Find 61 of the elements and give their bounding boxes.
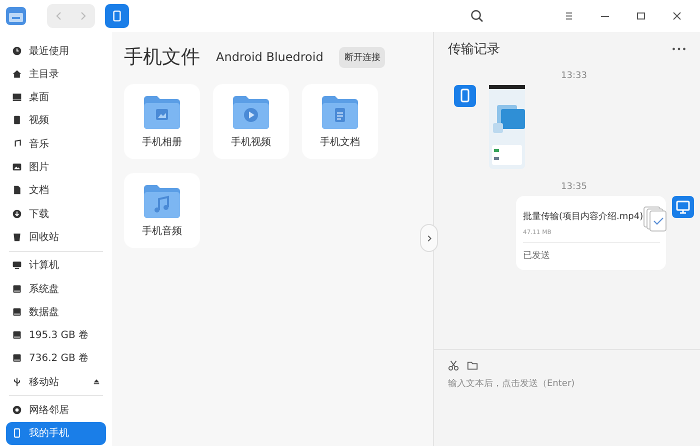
panel-title: 传输记录 [448,41,500,58]
phone-icon [12,428,22,438]
search-icon[interactable] [470,9,484,23]
menu-icon[interactable] [564,11,574,21]
phone-button[interactable] [105,4,129,28]
phone-icon [113,10,121,22]
forward-icon [78,11,88,21]
close-icon[interactable] [672,11,682,21]
sidebar-item[interactable]: 音乐 [6,132,106,156]
image-folder-icon [143,94,181,128]
sidebar-item[interactable]: 系统盘 [6,276,106,300]
file-name: 批量传输(项目内容介绍.mp4) [523,210,644,223]
sidebar-item[interactable]: 移动站 [6,370,106,394]
sidebar-item[interactable]: 主目录 [6,62,106,86]
document-folder-icon [321,94,359,128]
sidebar-item[interactable]: 数据盘 [6,300,106,324]
folder-icon[interactable] [467,360,478,371]
sidebar-item[interactable]: 图片 [6,155,106,179]
download-icon [12,208,22,219]
sidebar-item[interactable]: 计算机 [6,254,106,277]
folder-card[interactable]: 手机视频 [213,84,289,159]
video-folder-icon [232,94,270,128]
more-icon[interactable] [672,47,686,51]
desktop-icon [12,92,22,102]
home-icon [12,68,22,79]
usb-icon [12,376,22,387]
message-time: 13:33 [561,71,587,81]
network-icon [12,405,22,416]
folder-card[interactable]: 手机音频 [124,173,200,248]
computer-icon [12,260,22,270]
sidebar-item[interactable]: 桌面 [6,86,106,109]
back-icon [54,11,64,21]
trash-icon [12,232,22,242]
send-status: 已发送 [523,250,551,262]
folder-card[interactable]: 手机相册 [124,84,200,159]
image-icon [12,162,22,172]
phone-avatar-icon [454,85,476,107]
sidebar-item[interactable]: 最近使用 [6,38,106,62]
sidebar-item[interactable]: 文档 [6,178,106,202]
clock-icon [12,46,22,56]
maximize-icon[interactable] [636,11,646,21]
folder-card[interactable]: 手机文档 [302,84,378,159]
chevron-right-icon [426,234,432,242]
scissors-icon[interactable] [448,360,459,371]
eject-icon[interactable] [93,378,100,386]
sidebar-item[interactable]: 736.2 GB 卷 [6,346,106,370]
disconnect-button[interactable]: 断开连接 [339,46,386,68]
sidebar-item[interactable]: 我的手机 [6,422,106,445]
message-time: 13:35 [561,182,587,192]
files-check-icon [643,206,668,232]
sidebar-item[interactable]: 网络邻居 [6,398,106,422]
sidebar-item[interactable]: 195.3 GB 卷 [6,324,106,347]
music-folder-icon [143,184,181,218]
page-title: 手机文件 [124,45,200,70]
document-icon [12,185,22,196]
computer-avatar-icon [672,196,694,218]
app-logo-icon [5,5,27,27]
sidebar-item[interactable]: 回收站 [6,225,106,249]
device-name: Android Bluedroid [216,50,324,64]
sidebar-item[interactable]: 下载 [6,202,106,226]
sidebar-item[interactable]: 视频 [6,108,106,132]
